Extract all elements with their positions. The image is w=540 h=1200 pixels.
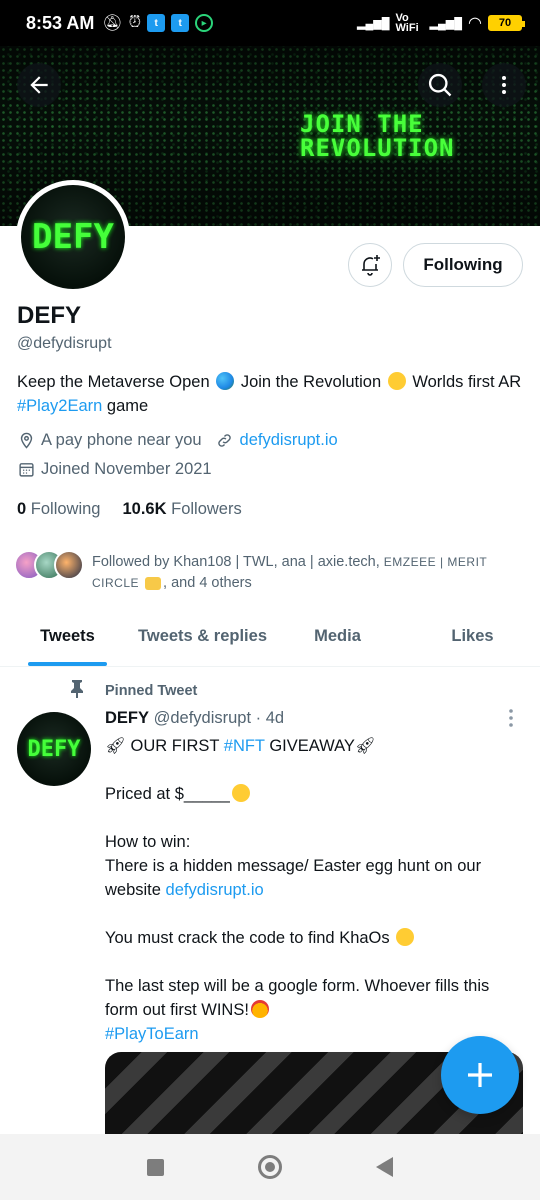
- back-nav-button[interactable]: [376, 1157, 393, 1177]
- tweet-header: DEFY @defydisrupt · 4d: [105, 709, 284, 728]
- network-label: Vo WiFi: [395, 12, 419, 34]
- followed-by-suffix: , and 4 others: [163, 575, 252, 591]
- tweet-line-5: You must crack the code to find KhaOs: [105, 929, 390, 947]
- signal-icon: ▂▄▆█: [357, 17, 390, 30]
- followed-by-names-caps-2: CIRCLE: [92, 576, 140, 590]
- recents-button[interactable]: [147, 1158, 164, 1176]
- pinned-label-text: Pinned Tweet: [105, 683, 198, 699]
- status-time: 8:53 AM: [26, 12, 95, 33]
- profile-tabs: Tweets Tweets & replies Media Likes: [0, 607, 540, 667]
- twitter-notification-icon: t: [147, 14, 166, 32]
- battery-icon: 70: [488, 15, 525, 31]
- following-count-link[interactable]: 0 Following: [17, 500, 100, 519]
- search-icon: [428, 73, 452, 97]
- compose-tweet-button[interactable]: [441, 1036, 519, 1114]
- profile-website-link[interactable]: defydisrupt.io: [240, 431, 338, 450]
- plus-icon: [468, 1063, 492, 1087]
- rocket-emoji-icon: 🚀︎: [105, 737, 126, 755]
- tweet-line-6: The last step will be a google form. Who…: [105, 977, 494, 1019]
- status-right: ▂▄▆█ Vo WiFi ▂▄▆█ ◠ 70: [357, 12, 525, 34]
- app-notification-icon: ▸: [195, 14, 214, 32]
- more-vertical-icon: [502, 76, 506, 94]
- profile-meta-location-row: A pay phone near you defydisrupt.io: [17, 431, 338, 450]
- profile-meta-joined-row: Joined November 2021: [17, 460, 212, 479]
- globe-emoji-icon: [216, 372, 235, 390]
- calendar-icon: [17, 461, 35, 479]
- followers-count-link[interactable]: 10.6K Followers: [122, 500, 241, 519]
- tab-media[interactable]: Media: [270, 607, 405, 666]
- profile-stats: 0 Following 10.6K Followers: [17, 500, 242, 519]
- followed-by-text[interactable]: Followed by Khan108 | TWL, ana | axie.te…: [92, 552, 522, 594]
- arrow-left-icon: [30, 76, 48, 94]
- followed-by-avatars[interactable]: [14, 550, 84, 580]
- bio-hashtag-link[interactable]: #Play2Earn: [17, 397, 102, 415]
- bell-off-icon: 🔕︎: [102, 15, 123, 32]
- followers-label: Followers: [171, 500, 242, 518]
- raised-fist-emoji-icon: [387, 372, 406, 390]
- tweet-hashtag-playtoearn[interactable]: #PlayToEarn: [105, 1025, 199, 1043]
- following-button[interactable]: Following: [403, 243, 523, 287]
- tweet-line-2: Priced at $_____: [105, 785, 230, 803]
- system-nav-bar: [0, 1134, 540, 1200]
- following-label: Following: [30, 500, 101, 518]
- tweet-more-button[interactable]: [506, 708, 516, 728]
- profile-bio: Keep the Metaverse Open Join the Revolut…: [17, 370, 527, 418]
- tweet-author-avatar[interactable]: DEFY: [17, 712, 91, 786]
- avatar: [54, 550, 84, 580]
- pinned-tweet-label: Pinned Tweet: [68, 680, 197, 702]
- location-pin-icon: [17, 432, 35, 450]
- medal-emoji-icon: [250, 1000, 269, 1018]
- smirk-emoji-icon: [231, 784, 250, 802]
- raised-fist-emoji-icon: [396, 928, 415, 946]
- tweet-line-3: How to win:: [105, 833, 191, 851]
- twitter-notification-icon-2: t: [171, 14, 190, 32]
- tweet-hashtag-nft[interactable]: #NFT: [224, 737, 265, 755]
- profile-joined-date: Joined November 2021: [41, 460, 212, 478]
- tab-tweets[interactable]: Tweets: [0, 607, 135, 666]
- profile-name: DEFY: [17, 302, 82, 329]
- bio-text-1: Keep the Metaverse Open: [17, 373, 210, 391]
- crown-emoji-icon: [145, 577, 162, 590]
- wifi-icon: ◠: [468, 15, 482, 32]
- link-icon: [216, 432, 234, 450]
- tab-tweets-replies[interactable]: Tweets & replies: [135, 607, 270, 666]
- status-bar: 8:53 AM 🔕︎ ⏰︎ t t ▸ ▂▄▆█ Vo WiFi ▂▄▆█ ◠ …: [0, 0, 540, 46]
- tweet-body[interactable]: 🚀︎ OUR FIRST #NFT GIVEAWAY🚀︎ Priced at $…: [105, 734, 525, 1046]
- tweet-website-link[interactable]: defydisrupt.io: [166, 881, 264, 899]
- tweet-author-name[interactable]: DEFY: [105, 709, 149, 727]
- followers-count: 10.6K: [122, 500, 167, 518]
- back-button[interactable]: [17, 63, 61, 107]
- more-options-button[interactable]: [482, 63, 526, 107]
- alarm-icon: ⏰︎: [128, 14, 142, 31]
- notification-bell-button[interactable]: [348, 243, 392, 287]
- tweet-author-handle[interactable]: @defydisrupt: [154, 709, 251, 727]
- bio-text-3: Worlds first AR: [412, 373, 522, 391]
- search-button[interactable]: [418, 63, 462, 107]
- rocket-emoji-icon: 🚀︎: [354, 737, 376, 755]
- bio-text-4: game: [106, 397, 149, 415]
- profile-avatar[interactable]: DEFY: [16, 180, 130, 294]
- tweet-line-1a: OUR FIRST: [130, 737, 220, 755]
- bell-plus-icon: [362, 255, 380, 276]
- home-button[interactable]: [258, 1155, 282, 1179]
- following-count: 0: [17, 500, 27, 518]
- status-notification-icons: 🔕︎ ⏰︎ t t ▸: [102, 13, 214, 33]
- profile-handle: @defydisrupt: [17, 335, 112, 352]
- pin-icon: [68, 680, 86, 702]
- banner-headline: JOIN THE REVOLUTION: [300, 110, 455, 162]
- followed-by-names: Followed by Khan108 | TWL, ana | axie.te…: [92, 554, 380, 570]
- tab-likes[interactable]: Likes: [405, 607, 540, 666]
- profile-location: A pay phone near you: [41, 431, 202, 449]
- followed-by-names-caps: EMZEEE | MERIT: [383, 555, 488, 569]
- signal-icon-2: ▂▄▆█: [429, 17, 463, 30]
- avatar-logo-text: DEFY: [21, 185, 125, 289]
- more-vertical-icon: [509, 709, 513, 727]
- tweet-line-1b: GIVEAWAY: [269, 737, 355, 755]
- tweet-line-4: There is a hidden message/ Easter egg hu…: [105, 857, 486, 899]
- bio-text-2: Join the Revolution: [240, 373, 382, 391]
- tweet-timestamp[interactable]: · 4d: [256, 709, 284, 727]
